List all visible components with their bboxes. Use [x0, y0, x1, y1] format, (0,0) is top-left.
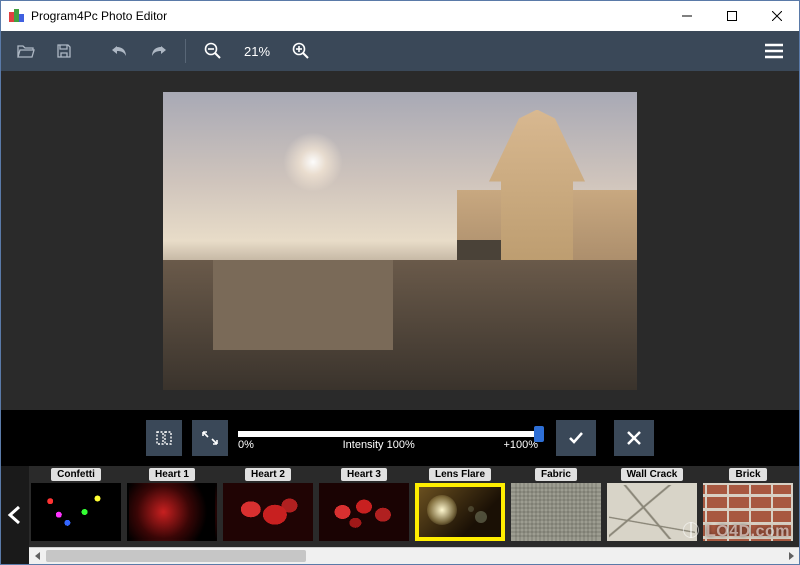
slider-min-label: 0% [238, 439, 254, 451]
redo-button[interactable] [141, 36, 175, 66]
zoom-level: 21% [234, 44, 280, 59]
apply-button[interactable] [556, 420, 596, 456]
main-toolbar: 21% [1, 31, 799, 71]
effect-preview [415, 483, 505, 541]
minimize-button[interactable] [664, 1, 709, 31]
effect-preview [223, 483, 313, 541]
slider-max-label: +100% [503, 439, 538, 451]
title-left: Program4Pc Photo Editor [1, 8, 167, 24]
intensity-slider-group: 0% Intensity 100% +100% [238, 425, 538, 451]
effect-thumb-wall-crack[interactable]: Wall Crack [607, 468, 697, 545]
effect-thumb-heart-3[interactable]: Heart 3 [319, 468, 409, 545]
open-button[interactable] [9, 36, 43, 66]
effect-preview [127, 483, 217, 541]
effect-thumb-heart-2[interactable]: Heart 2 [223, 468, 313, 545]
effect-thumbnails: Confetti Heart 1 Heart 2 Heart 3 Lens Flare F… [29, 466, 799, 547]
effect-label: Confetti [51, 468, 101, 481]
close-button[interactable] [754, 1, 799, 31]
effect-thumb-heart-1[interactable]: Heart 1 [127, 468, 217, 545]
effect-thumb-fabric[interactable]: Fabric [511, 468, 601, 545]
effect-thumb-lens-flare[interactable]: Lens Flare [415, 468, 505, 545]
maximize-button[interactable] [709, 1, 754, 31]
effects-scrollbar[interactable] [29, 547, 799, 564]
effect-label: Wall Crack [621, 468, 684, 481]
titlebar: Program4Pc Photo Editor [1, 1, 799, 31]
app-title: Program4Pc Photo Editor [31, 9, 167, 23]
effect-controls: 0% Intensity 100% +100% [1, 410, 799, 466]
slider-thumb[interactable] [534, 426, 544, 442]
save-button[interactable] [47, 36, 81, 66]
fit-toggle-button[interactable] [192, 420, 228, 456]
effect-label: Fabric [535, 468, 577, 481]
toolbar-separator [185, 39, 186, 63]
photo-canvas[interactable] [163, 92, 637, 390]
effect-preview [319, 483, 409, 541]
zoom-out-button[interactable] [196, 36, 230, 66]
lens-flare-overlay [283, 132, 343, 192]
effect-label: Brick [729, 468, 766, 481]
scroll-track[interactable] [46, 548, 782, 564]
effects-back-button[interactable] [1, 466, 29, 564]
effect-preview [31, 483, 121, 541]
effects-strip: Confetti Heart 1 Heart 2 Heart 3 Lens Flare F… [1, 466, 799, 564]
effect-label: Heart 2 [245, 468, 291, 481]
effect-preview [511, 483, 601, 541]
compare-toggle-button[interactable] [146, 420, 182, 456]
cancel-button[interactable] [614, 420, 654, 456]
window-controls [664, 1, 799, 31]
effect-thumb-confetti[interactable]: Confetti [31, 468, 121, 545]
scroll-left-button[interactable] [29, 548, 46, 564]
menu-button[interactable] [757, 36, 791, 66]
zoom-in-button[interactable] [284, 36, 318, 66]
undo-button[interactable] [103, 36, 137, 66]
scroll-thumb[interactable] [46, 550, 306, 562]
slider-mid-label: Intensity 100% [254, 439, 504, 451]
effect-preview [607, 483, 697, 541]
effect-label: Heart 1 [149, 468, 195, 481]
effect-label: Lens Flare [429, 468, 491, 481]
scroll-right-button[interactable] [782, 548, 799, 564]
canvas-area [1, 71, 799, 410]
intensity-slider[interactable] [238, 431, 538, 437]
effect-label: Heart 3 [341, 468, 387, 481]
app-icon [9, 8, 25, 24]
effect-thumb-brick[interactable]: Brick [703, 468, 793, 545]
effect-preview [703, 483, 793, 541]
app-window: Program4Pc Photo Editor 21% [0, 0, 800, 565]
